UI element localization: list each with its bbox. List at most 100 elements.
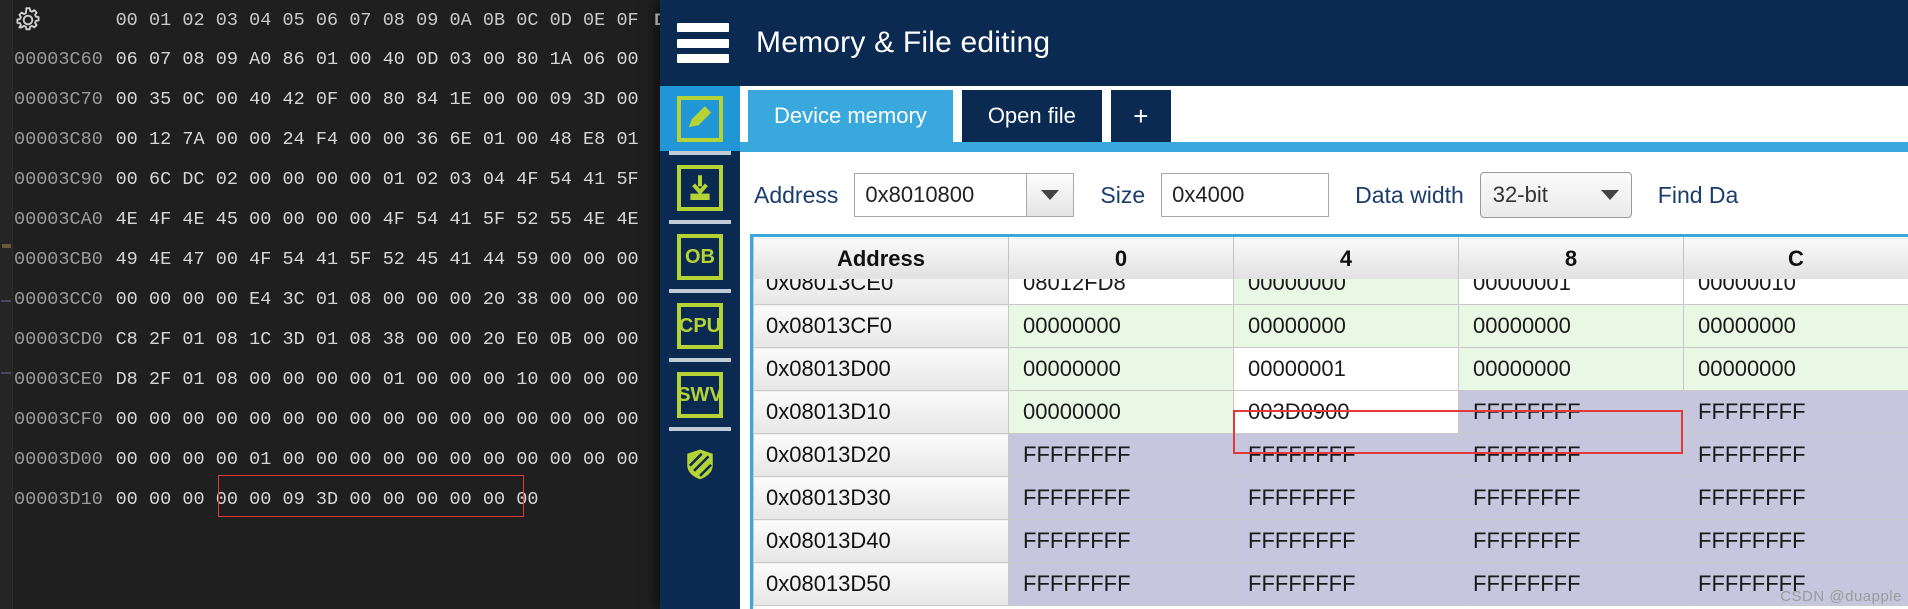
hex-byte[interactable]: 00 [477, 400, 510, 440]
hex-byte[interactable]: 01 [477, 120, 510, 160]
hex-byte[interactable]: 00 [344, 480, 377, 520]
hex-byte[interactable]: 00 [544, 360, 577, 400]
hex-byte[interactable]: 84 [411, 80, 444, 120]
hex-byte[interactable]: F4 [310, 120, 343, 160]
hex-byte[interactable]: 00 [344, 400, 377, 440]
hex-byte[interactable]: 00 [377, 280, 410, 320]
hex-byte[interactable]: 2F [143, 320, 176, 360]
memory-cell[interactable]: FFFFFFFF [1008, 476, 1234, 520]
hex-byte[interactable]: 00 [143, 440, 176, 480]
hex-byte[interactable]: 08 [210, 360, 243, 400]
tab-device-memory[interactable]: Device memory [748, 90, 953, 142]
address-dropdown-button[interactable] [1026, 173, 1075, 217]
memory-file-editing-window[interactable]: Memory & File editing OB CPU SWV Device me… [660, 0, 1908, 609]
memory-table-container[interactable]: Address 0 4 8 C 0x08013CE0 08012FD8 00000000 00… [750, 234, 1908, 609]
tab-strip[interactable]: Device memory Open file + [740, 86, 1908, 150]
cpu-core-rail-button[interactable]: CPU [660, 293, 740, 358]
hex-byte[interactable]: 00 [544, 440, 577, 480]
hex-byte[interactable]: 00 [444, 480, 477, 520]
memory-table-row[interactable]: 0x08013D30 FFFFFFFF FFFFFFFF FFFFFFFF FFFFFF… [753, 476, 1908, 520]
hex-byte[interactable]: 54 [411, 200, 444, 240]
hex-byte[interactable]: E8 [577, 120, 610, 160]
hex-byte[interactable]: 00 [611, 280, 644, 320]
hex-byte[interactable]: 00 [344, 200, 377, 240]
hex-byte[interactable]: 00 [544, 240, 577, 280]
memory-cell[interactable]: FFFFFFFF [1683, 519, 1908, 563]
hex-byte[interactable]: 0F [310, 80, 343, 120]
hex-byte[interactable]: 00 [210, 280, 243, 320]
hex-byte[interactable]: 00 [244, 360, 277, 400]
hex-byte[interactable]: 00 [444, 280, 477, 320]
hex-byte[interactable]: 00 [511, 80, 544, 120]
hex-row[interactable]: 00003D00 00 00 00 00 01 00 00 00 00 00 00 00 00 00 00 00… [0, 440, 700, 480]
hex-byte[interactable]: 1C [244, 320, 277, 360]
memory-table[interactable]: Address 0 4 8 C 0x08013CE0 08012FD8 00000000 00… [753, 237, 1908, 606]
hex-row-bytes[interactable]: 4E 4F 4E 45 00 00 00 00 4F 54 41 5F 52 55 4E 4E [110, 200, 644, 240]
memory-cell[interactable]: 003D0900 [1233, 390, 1459, 434]
memory-cell[interactable]: FFFFFFFF [1008, 562, 1234, 606]
hex-byte[interactable]: 40 [244, 80, 277, 120]
hex-row[interactable]: 00003C60 06 07 08 09 A0 86 01 00 40 0D 03 00 80 1A 06 00… [0, 40, 700, 80]
hex-byte[interactable]: 00 [444, 320, 477, 360]
hex-byte[interactable]: 00 [110, 80, 143, 120]
hex-byte[interactable]: 45 [411, 240, 444, 280]
hex-byte[interactable]: 38 [377, 320, 410, 360]
hex-byte[interactable]: E0 [511, 320, 544, 360]
hex-byte[interactable]: 49 [110, 240, 143, 280]
hex-byte[interactable]: 00 [411, 360, 444, 400]
hex-byte[interactable]: 00 [577, 240, 610, 280]
hex-byte[interactable]: 01 [611, 120, 644, 160]
hex-byte[interactable]: 08 [344, 280, 377, 320]
hex-byte[interactable]: 6E [444, 120, 477, 160]
hex-byte[interactable]: 00 [444, 440, 477, 480]
memory-cell[interactable]: FFFFFFFF [1008, 433, 1234, 477]
hex-row-bytes[interactable]: 00 00 00 00 00 00 00 00 00 00 00 00 00 00 00 00 [110, 400, 644, 440]
hex-byte[interactable]: 00 [310, 360, 343, 400]
memory-table-row[interactable]: 0x08013D00 00000000 00000001 00000000 000000… [753, 347, 1908, 391]
tab-open-file[interactable]: Open file [961, 90, 1102, 142]
hex-row[interactable]: 00003C90 00 6C DC 02 00 00 00 00 01 02 03 04 4F 54 41 5F… [0, 160, 700, 200]
hex-byte[interactable]: 00 [477, 80, 510, 120]
hex-byte[interactable]: 00 [411, 440, 444, 480]
hex-byte[interactable]: 3D [577, 80, 610, 120]
hex-byte[interactable]: 00 [143, 280, 176, 320]
hex-byte[interactable]: A0 [244, 40, 277, 80]
hex-byte[interactable]: 01 [377, 160, 410, 200]
hex-byte[interactable]: 52 [511, 200, 544, 240]
memory-cell[interactable]: 00000000 [1008, 390, 1234, 434]
hex-byte[interactable]: 00 [611, 360, 644, 400]
hex-byte[interactable]: 07 [143, 40, 176, 80]
memory-cell[interactable]: 00000000 [1683, 304, 1908, 348]
hex-byte[interactable]: 00 [277, 400, 310, 440]
hex-byte[interactable]: 00 [210, 480, 243, 520]
hex-byte[interactable]: 00 [344, 120, 377, 160]
hex-byte[interactable]: 00 [377, 480, 410, 520]
tab-[interactable]: + [1110, 90, 1171, 142]
hex-row-bytes[interactable]: 49 4E 47 00 4F 54 41 5F 52 45 41 44 59 00 00 00 [110, 240, 644, 280]
hex-byte[interactable]: 01 [377, 360, 410, 400]
memory-table-row[interactable]: 0x08013D50 FFFFFFFF FFFFFFFF FFFFFFFF FFFFFF… [753, 562, 1908, 606]
hex-byte[interactable]: 00 [577, 320, 610, 360]
hex-row-bytes[interactable]: 00 6C DC 02 00 00 00 00 01 02 03 04 4F 54 41 5F [110, 160, 644, 200]
hex-byte[interactable]: 4F [143, 200, 176, 240]
memory-cell[interactable]: 00000000 [1683, 347, 1908, 391]
hex-byte[interactable]: E4 [244, 280, 277, 320]
memory-cell[interactable]: FFFFFFFF [1233, 433, 1459, 477]
hex-byte[interactable]: 02 [411, 160, 444, 200]
memory-cell[interactable]: FFFFFFFF [1683, 433, 1908, 477]
hex-byte[interactable]: 00 [477, 360, 510, 400]
hex-byte[interactable]: 00 [411, 400, 444, 440]
hex-byte[interactable]: 0C [177, 80, 210, 120]
hex-row-bytes[interactable]: 06 07 08 09 A0 86 01 00 40 0D 03 00 80 1A 06 00 [110, 40, 644, 80]
hex-byte[interactable]: 00 [577, 360, 610, 400]
hex-byte[interactable]: 00 [344, 440, 377, 480]
hex-byte[interactable]: 00 [477, 440, 510, 480]
hex-byte[interactable]: 40 [377, 40, 410, 80]
hex-byte[interactable]: 00 [177, 400, 210, 440]
memory-table-row[interactable]: 0x08013D40 FFFFFFFF FFFFFFFF FFFFFFFF FFFFFF… [753, 519, 1908, 563]
hex-byte[interactable]: 00 [210, 440, 243, 480]
memory-col-header[interactable]: Address [753, 237, 1009, 280]
hex-byte[interactable]: 00 [477, 40, 510, 80]
memory-cell[interactable]: FFFFFFFF [1458, 390, 1684, 434]
hex-byte[interactable]: 86 [277, 40, 310, 80]
